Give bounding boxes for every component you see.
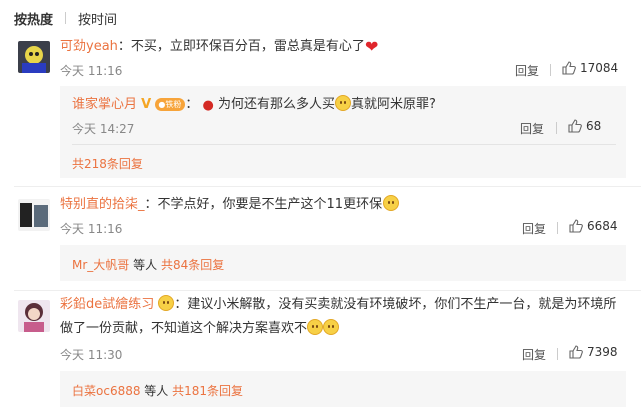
like-count: 6684: [587, 219, 618, 233]
tab-divider: [65, 12, 67, 24]
avatar[interactable]: [18, 41, 50, 73]
comment-time: 今天 11:16: [60, 222, 123, 236]
like-count: 7398: [587, 345, 618, 359]
thumbs-up-icon: [569, 345, 583, 359]
apple-icon: ●: [202, 98, 214, 113]
sub-reply: 谁家掌心月 V ●铁粉： ● 为何还有那么多人买 真就阿米原罪?: [72, 95, 436, 113]
comment-body-line2: 做了一份贡献，不知道这个解决方案喜欢不: [60, 319, 340, 339]
sub-reply-username[interactable]: 谁家掌心月: [72, 97, 137, 112]
reply-username[interactable]: 白菜oc6888: [72, 384, 140, 398]
sort-tabs: 按热度 按时间: [14, 9, 117, 28]
divider: [72, 144, 616, 145]
comment-time: 今天 11:16: [60, 64, 123, 78]
more-replies-link[interactable]: 共181条回复: [172, 384, 243, 398]
reply-username[interactable]: Mr_大帆哥: [72, 258, 129, 272]
smile-icon: [334, 95, 351, 111]
like-button[interactable]: 6684: [569, 219, 618, 233]
verified-v-icon: V: [141, 97, 152, 112]
comment-username[interactable]: 可劲yeah: [60, 39, 118, 54]
like-button[interactable]: 17084: [562, 61, 618, 75]
heart-icon: ❤: [364, 37, 379, 56]
comment-divider: [14, 290, 641, 291]
like-button[interactable]: 7398: [569, 345, 618, 359]
action-divider: [557, 222, 558, 234]
comment-divider: [14, 186, 641, 187]
comment-body: 可劲yeah：不买，立即环保百分百，雷总真是有心了❤: [60, 37, 379, 56]
laughing-icon: [307, 319, 324, 335]
more-replies-link[interactable]: 共218条回复: [72, 155, 143, 172]
comment-username[interactable]: 特别直的拾柒_: [60, 197, 145, 212]
more-replies-link[interactable]: 共84条回复: [161, 258, 224, 272]
laughing-icon: [323, 319, 340, 335]
more-replies: Mr_大帆哥 等人 共84条回复: [72, 258, 225, 272]
thumbs-up-icon: [562, 61, 576, 75]
tab-by-time[interactable]: 按时间: [78, 9, 117, 28]
tab-by-hot[interactable]: 按热度: [14, 9, 53, 28]
reply-button[interactable]: 回复: [522, 346, 546, 363]
action-divider: [556, 122, 557, 134]
action-divider: [557, 348, 558, 360]
laughing-icon: [158, 295, 175, 311]
avatar[interactable]: [18, 199, 50, 231]
sub-like-button[interactable]: 68: [568, 119, 601, 133]
fan-badge: ●铁粉: [155, 98, 186, 111]
more-replies: 白菜oc6888 等人 共181条回复: [72, 384, 244, 398]
comment-text: 建议小米解散，没有买卖就没有环境破坏，你们不生产一台，就是为环境所: [187, 297, 617, 312]
sub-reply-time: 今天 14:27: [72, 122, 135, 136]
reply-button[interactable]: 回复: [515, 62, 539, 79]
comment-text: 不买，立即环保百分百，雷总真是有心了: [130, 39, 365, 54]
comment-username[interactable]: 彩鉛de試繪练习: [60, 297, 154, 312]
action-divider: [550, 64, 551, 76]
comment-body: 彩鉛de試繪练习 ：建议小米解散，没有买卖就没有环境破坏，你们不生产一台，就是为…: [60, 295, 617, 312]
comment-text: 不学点好，你要是不生产这个11更环保: [157, 197, 383, 212]
thumbs-up-icon: [568, 119, 582, 133]
sub-reply-button[interactable]: 回复: [520, 120, 544, 137]
smile-icon: [383, 195, 400, 211]
thumbs-up-icon: [569, 219, 583, 233]
reply-button[interactable]: 回复: [522, 220, 546, 237]
like-count: 68: [586, 119, 602, 133]
comment-time: 今天 11:30: [60, 348, 123, 362]
like-count: 17084: [580, 61, 619, 75]
avatar[interactable]: [18, 300, 50, 332]
comment-body: 特别直的拾柒_：不学点好，你要是不生产这个11更环保: [60, 195, 400, 215]
